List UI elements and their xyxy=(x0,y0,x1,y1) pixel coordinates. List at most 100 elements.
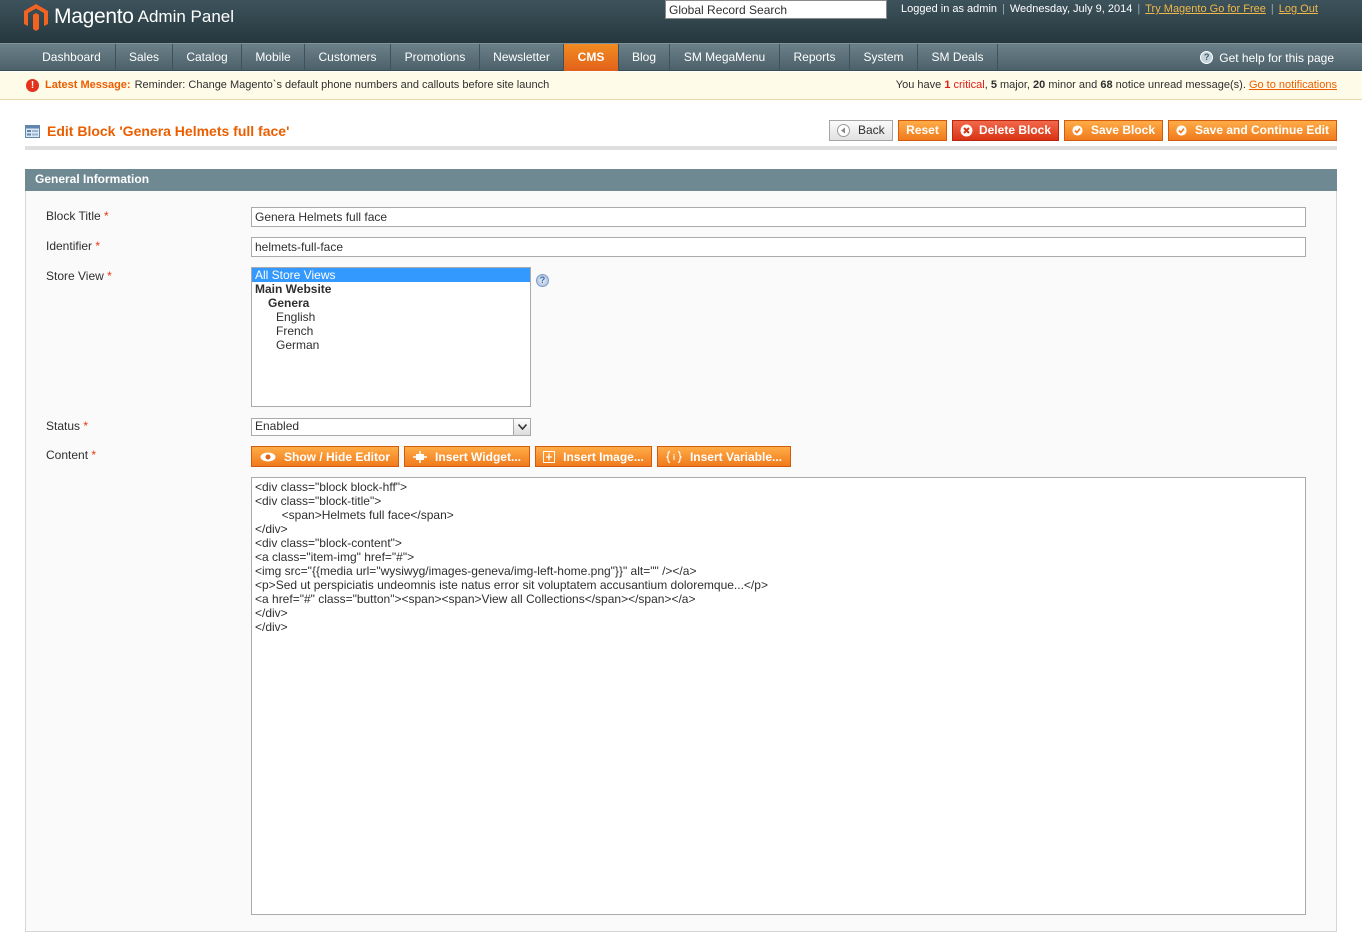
identifier-label: Identifier * xyxy=(46,239,100,253)
cms-block-icon xyxy=(25,124,40,138)
chevron-down-icon[interactable] xyxy=(513,419,530,435)
major-label: major, xyxy=(1000,79,1030,91)
insert-variable-label: Insert Variable... xyxy=(689,449,783,464)
store-view-option-german[interactable]: German xyxy=(252,338,530,352)
status-select[interactable]: Enabled xyxy=(251,418,531,436)
minor-count: 20 xyxy=(1033,79,1046,91)
delete-icon xyxy=(960,124,973,137)
store-view-label-text: Store View xyxy=(46,269,104,283)
block-title-label: Block Title * xyxy=(46,209,109,223)
status-label-text: Status xyxy=(46,419,81,433)
current-date: Wednesday, July 9, 2014 xyxy=(1009,3,1133,15)
nav-blog[interactable]: Blog xyxy=(619,44,670,71)
logged-in-text: Logged in as admin xyxy=(901,3,998,15)
header-links: Logged in as admin | Wednesday, July 9, 20… xyxy=(901,3,1318,15)
widget-icon xyxy=(413,450,428,463)
nav-sm-deals[interactable]: SM Deals xyxy=(918,44,998,71)
required-mark: * xyxy=(83,419,89,433)
back-button[interactable]: Back xyxy=(829,120,893,141)
title-divider xyxy=(25,146,1337,150)
insert-widget-button[interactable]: Insert Widget... xyxy=(404,446,530,467)
magento-logo[interactable]: Magento Admin Panel xyxy=(24,3,234,31)
delete-block-button[interactable]: Delete Block xyxy=(952,120,1059,141)
help-link-label: Get help for this page xyxy=(1219,50,1334,65)
nav-dashboard[interactable]: Dashboard xyxy=(28,44,116,71)
reset-button-label: Reset xyxy=(906,123,939,137)
save-block-label: Save Block xyxy=(1090,123,1155,137)
unread-messages-summary: You have 1 critical, 5 major, 20 minor a… xyxy=(895,79,1337,91)
required-mark: * xyxy=(91,448,97,462)
block-title-input[interactable] xyxy=(251,207,1306,227)
delete-block-label: Delete Block xyxy=(978,123,1051,137)
reset-button[interactable]: Reset xyxy=(898,120,947,141)
nav-system[interactable]: System xyxy=(850,44,918,71)
global-record-search-input[interactable] xyxy=(665,0,887,19)
image-icon xyxy=(543,450,556,463)
go-to-notifications-link[interactable]: Go to notifications xyxy=(1249,79,1337,91)
nav-reports[interactable]: Reports xyxy=(780,44,850,71)
try-magento-go-link[interactable]: Try Magento Go for Free xyxy=(1145,3,1266,15)
store-view-option-french[interactable]: French xyxy=(252,324,530,338)
required-mark: * xyxy=(104,209,109,223)
nav-catalog[interactable]: Catalog xyxy=(173,44,242,71)
content-label: Content * xyxy=(46,448,96,462)
nav-cms[interactable]: CMS xyxy=(564,44,619,71)
page-title-text: Edit Block 'Genera Helmets full face' xyxy=(47,123,290,139)
store-view-multiselect[interactable]: All Store Views Main Website Genera Engl… xyxy=(251,267,531,407)
nav-newsletter[interactable]: Newsletter xyxy=(480,44,564,71)
content-label-text: Content xyxy=(46,448,89,462)
notice-label: notice unread message(s). xyxy=(1115,79,1246,91)
header: Magento Admin Panel Logged in as admin|W… xyxy=(0,0,1362,43)
store-view-option-all[interactable]: All Store Views xyxy=(252,268,530,282)
notice-count: 68 xyxy=(1100,79,1113,91)
latest-message-text: Reminder: Change Magento`s default phone… xyxy=(134,79,550,91)
major-count: 5 xyxy=(990,79,997,91)
svg-text:i: i xyxy=(673,453,675,462)
minor-label: minor and xyxy=(1048,79,1098,91)
nav-mobile[interactable]: Mobile xyxy=(242,44,305,71)
store-view-label: Store View * xyxy=(46,269,112,283)
insert-image-label: Insert Image... xyxy=(563,449,644,464)
nav-customers[interactable]: Customers xyxy=(305,44,391,71)
checkmark-icon xyxy=(1176,125,1187,136)
eye-icon xyxy=(260,452,276,461)
summary-prefix: You have xyxy=(895,79,942,91)
log-out-link[interactable]: Log Out xyxy=(1279,3,1318,15)
required-mark: * xyxy=(107,269,112,283)
required-mark: * xyxy=(95,239,101,253)
logo-subtitle: Admin Panel xyxy=(137,7,235,26)
system-message-bar: ! Latest Message: Reminder: Change Magen… xyxy=(0,72,1362,100)
help-icon: ? xyxy=(1200,51,1214,64)
magento-logo-icon xyxy=(24,3,48,31)
nav-sm-megamenu[interactable]: SM MegaMenu xyxy=(670,44,780,71)
save-and-continue-label: Save and Continue Edit xyxy=(1194,123,1329,137)
latest-message-label: Latest Message: xyxy=(45,79,131,91)
variable-icon: i xyxy=(666,450,682,463)
nav-sales[interactable]: Sales xyxy=(116,44,173,71)
back-button-label: Back xyxy=(858,123,885,137)
store-view-option-english[interactable]: English xyxy=(252,310,530,324)
show-hide-editor-button[interactable]: Show / Hide Editor xyxy=(251,446,399,467)
insert-widget-label: Insert Widget... xyxy=(435,449,521,464)
content-textarea[interactable]: <div class="block block-hff"> <div class… xyxy=(251,477,1306,915)
save-block-button[interactable]: Save Block xyxy=(1064,120,1163,141)
main-navigation: Dashboard Sales Catalog Mobile Customers… xyxy=(0,43,1362,71)
status-selected-value: Enabled xyxy=(255,419,300,433)
logo-text: Magento xyxy=(54,5,134,28)
critical-label: critical xyxy=(953,79,985,91)
help-link[interactable]: ? Get help for this page xyxy=(1200,44,1334,71)
store-view-group-genera: Genera xyxy=(268,296,310,310)
checkmark-icon xyxy=(1072,125,1083,136)
general-information-header: General Information xyxy=(25,169,1337,191)
nav-promotions[interactable]: Promotions xyxy=(391,44,480,71)
block-title-label-text: Block Title xyxy=(46,209,101,223)
store-view-help-icon[interactable]: ? xyxy=(536,274,549,287)
page-title: Edit Block 'Genera Helmets full face' xyxy=(25,123,289,139)
critical-count: 1 xyxy=(944,79,951,91)
insert-variable-button[interactable]: i Insert Variable... xyxy=(657,446,791,467)
save-and-continue-button[interactable]: Save and Continue Edit xyxy=(1168,120,1337,141)
insert-image-button[interactable]: Insert Image... xyxy=(535,446,652,467)
identifier-input[interactable] xyxy=(251,237,1306,257)
back-arrow-icon xyxy=(837,124,850,137)
show-hide-editor-label: Show / Hide Editor xyxy=(283,449,390,464)
